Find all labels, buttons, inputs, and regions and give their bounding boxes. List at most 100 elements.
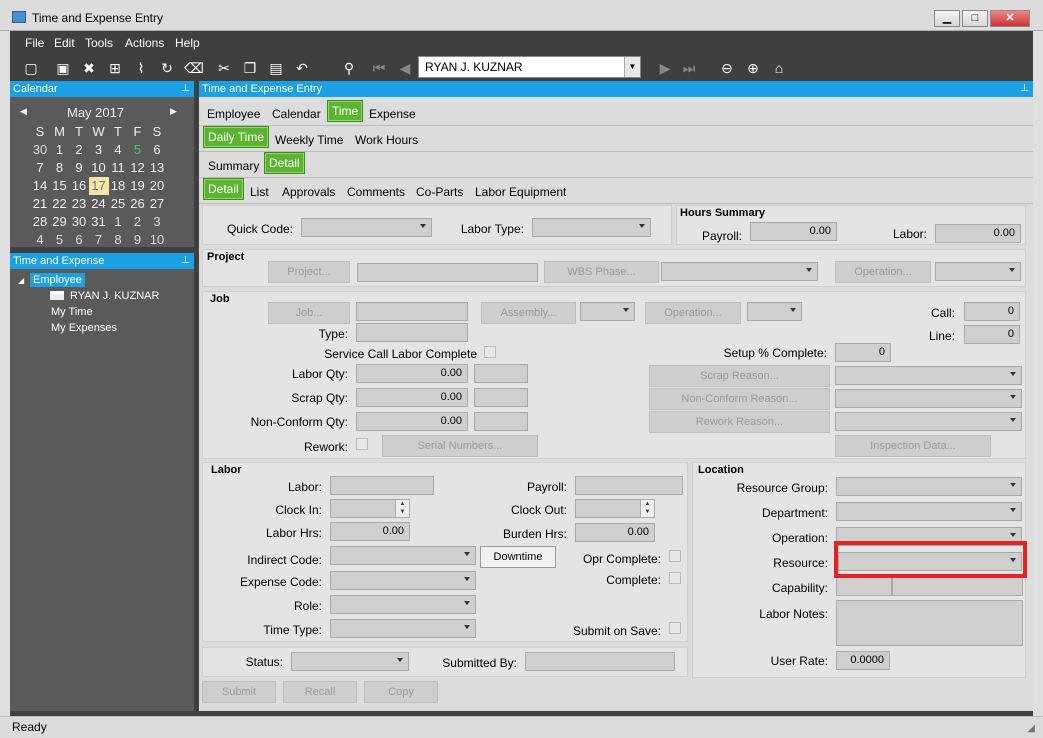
calendar-day[interactable]: 3 [89,141,109,159]
tab-list[interactable]: List [246,183,273,201]
calendar-day[interactable]: 10 [147,231,167,249]
paste-icon[interactable]: ▤ [267,59,285,77]
wbs-phase-button[interactable]: WBS Phase... [544,261,659,283]
delete-icon[interactable]: ✖ [80,59,98,77]
calendar-day[interactable]: 7 [30,159,50,177]
wbs-phase-dropdown[interactable] [661,262,818,281]
maximize-button[interactable]: □ [962,10,988,27]
refresh-icon[interactable]: ↻ [158,59,176,77]
last-record-icon[interactable]: ⏭ [680,59,698,77]
copy-button[interactable]: Copy [364,681,438,703]
labor-payroll-field[interactable] [575,476,683,495]
tab-calendar[interactable]: Calendar [268,105,325,123]
calendar-day[interactable]: 4 [108,141,128,159]
first-record-icon[interactable]: ⏮ [370,59,388,77]
clock-in-field[interactable]: ▲ ▼ [330,499,410,518]
tab-detail[interactable]: Detail [264,152,305,174]
undo-icon[interactable]: ↶ [293,59,311,77]
status-dropdown[interactable] [291,652,409,671]
labor-qty-field[interactable]: 0.00 [356,364,468,383]
calendar-day[interactable]: 1 [108,213,128,231]
labor-field[interactable] [330,476,434,495]
tab-comments[interactable]: Comments [343,183,409,201]
rework-checkbox[interactable] [356,438,368,450]
assembly-dropdown[interactable] [580,302,635,321]
book-icon[interactable]: ⊞ [106,59,124,77]
prev-month-icon[interactable]: ◀ [20,106,27,117]
job-operation-dropdown[interactable] [747,302,802,321]
tab-expense[interactable]: Expense [365,105,420,123]
tree-expand-icon[interactable]: ◢ [18,276,24,285]
role-dropdown[interactable] [330,595,476,614]
calendar-day[interactable]: 20 [147,177,167,195]
project-operation-button[interactable]: Operation... [835,261,931,283]
pin-icon[interactable]: ⊥ [181,82,190,96]
submit-on-save-checkbox[interactable] [669,622,681,634]
new-icon[interactable]: ▢ [22,59,40,77]
resource-group-dropdown[interactable] [836,477,1022,496]
calendar-day[interactable]: 3 [147,213,167,231]
job-operation-button[interactable]: Operation... [645,302,741,324]
calendar-day[interactable]: 6 [69,231,89,249]
menu-tools[interactable]: Tools [85,36,113,50]
calendar-day[interactable]: 25 [108,195,128,213]
calendar-day[interactable]: 4 [30,231,50,249]
calendar-day[interactable]: 6 [147,141,167,159]
tree-item-my-time[interactable]: My Time [51,306,93,318]
job-button[interactable]: Job... [268,302,350,324]
tab-approvals[interactable]: Approvals [278,183,339,201]
calendar-day[interactable]: 1 [50,141,70,159]
tab-weekly-time[interactable]: Weekly Time [271,131,347,149]
calendar-day[interactable]: 2 [128,213,148,231]
calendar-day[interactable]: 23 [69,195,89,213]
complete-checkbox[interactable] [669,572,681,584]
calendar-day[interactable]: 18 [108,177,128,195]
scrap-qty-field[interactable]: 0.00 [356,388,468,407]
calendar-day[interactable]: 26 [128,195,148,213]
calendar-day[interactable]: 5 [128,141,148,159]
job-field[interactable] [356,302,468,321]
calendar-day[interactable]: 31 [89,213,109,231]
serial-numbers-button[interactable]: Serial Numbers... [382,435,538,457]
calendar-day[interactable]: 21 [30,195,50,213]
calendar-day[interactable]: 24 [89,195,109,213]
scrap-reason-button[interactable]: Scrap Reason... [649,365,830,387]
clear-icon[interactable]: ⌫ [184,59,204,77]
calendar-day[interactable]: 27 [147,195,167,213]
pin-icon[interactable]: ⊥ [1020,82,1029,96]
menu-edit[interactable]: Edit [54,36,75,50]
menu-actions[interactable]: Actions [125,36,164,50]
tab-co-parts[interactable]: Co-Parts [412,183,467,201]
calendar-day[interactable]: 13 [147,159,167,177]
calendar-day[interactable]: 12 [128,159,148,177]
time-type-dropdown[interactable] [330,619,476,638]
minimize-button[interactable]: ▁ [934,10,960,27]
nonconform-reason-dropdown[interactable] [835,389,1022,408]
clock-out-field[interactable]: ▲ ▼ [575,499,655,518]
calendar-day[interactable]: 17 [88,177,109,195]
quick-code-dropdown[interactable] [301,218,432,237]
chevron-down-icon[interactable]: ▼ [624,57,640,77]
next-record-icon[interactable]: ▶ [656,59,674,77]
spinner-icon[interactable]: ▲ ▼ [395,500,409,517]
rework-reason-button[interactable]: Rework Reason... [649,411,830,433]
scrap-reason-dropdown[interactable] [835,366,1022,385]
tree-employee-name[interactable]: RYAN J. KUZNAR [70,290,159,302]
calendar-day[interactable]: 7 [89,231,109,249]
calendar-day[interactable]: 8 [50,159,70,177]
calendar-day[interactable]: 28 [30,213,50,231]
tab-summary[interactable]: Summary [204,157,263,175]
indirect-code-dropdown[interactable] [330,546,476,565]
menu-file[interactable]: File [25,36,44,50]
next-month-icon[interactable]: ▶ [170,106,177,117]
inspection-data-button[interactable]: Inspection Data... [835,435,991,457]
project-button[interactable]: Project... [268,261,350,283]
calendar-day[interactable]: 15 [50,177,70,195]
submit-button[interactable]: Submit [202,681,276,703]
rework-reason-dropdown[interactable] [835,412,1022,431]
labor-type-dropdown[interactable] [532,218,651,237]
capability-code-field[interactable] [836,577,892,596]
project-field[interactable] [357,263,538,282]
previous-record-icon[interactable]: ◀ [396,59,414,77]
nonconform-reason-button[interactable]: Non-Conform Reason... [649,388,830,410]
